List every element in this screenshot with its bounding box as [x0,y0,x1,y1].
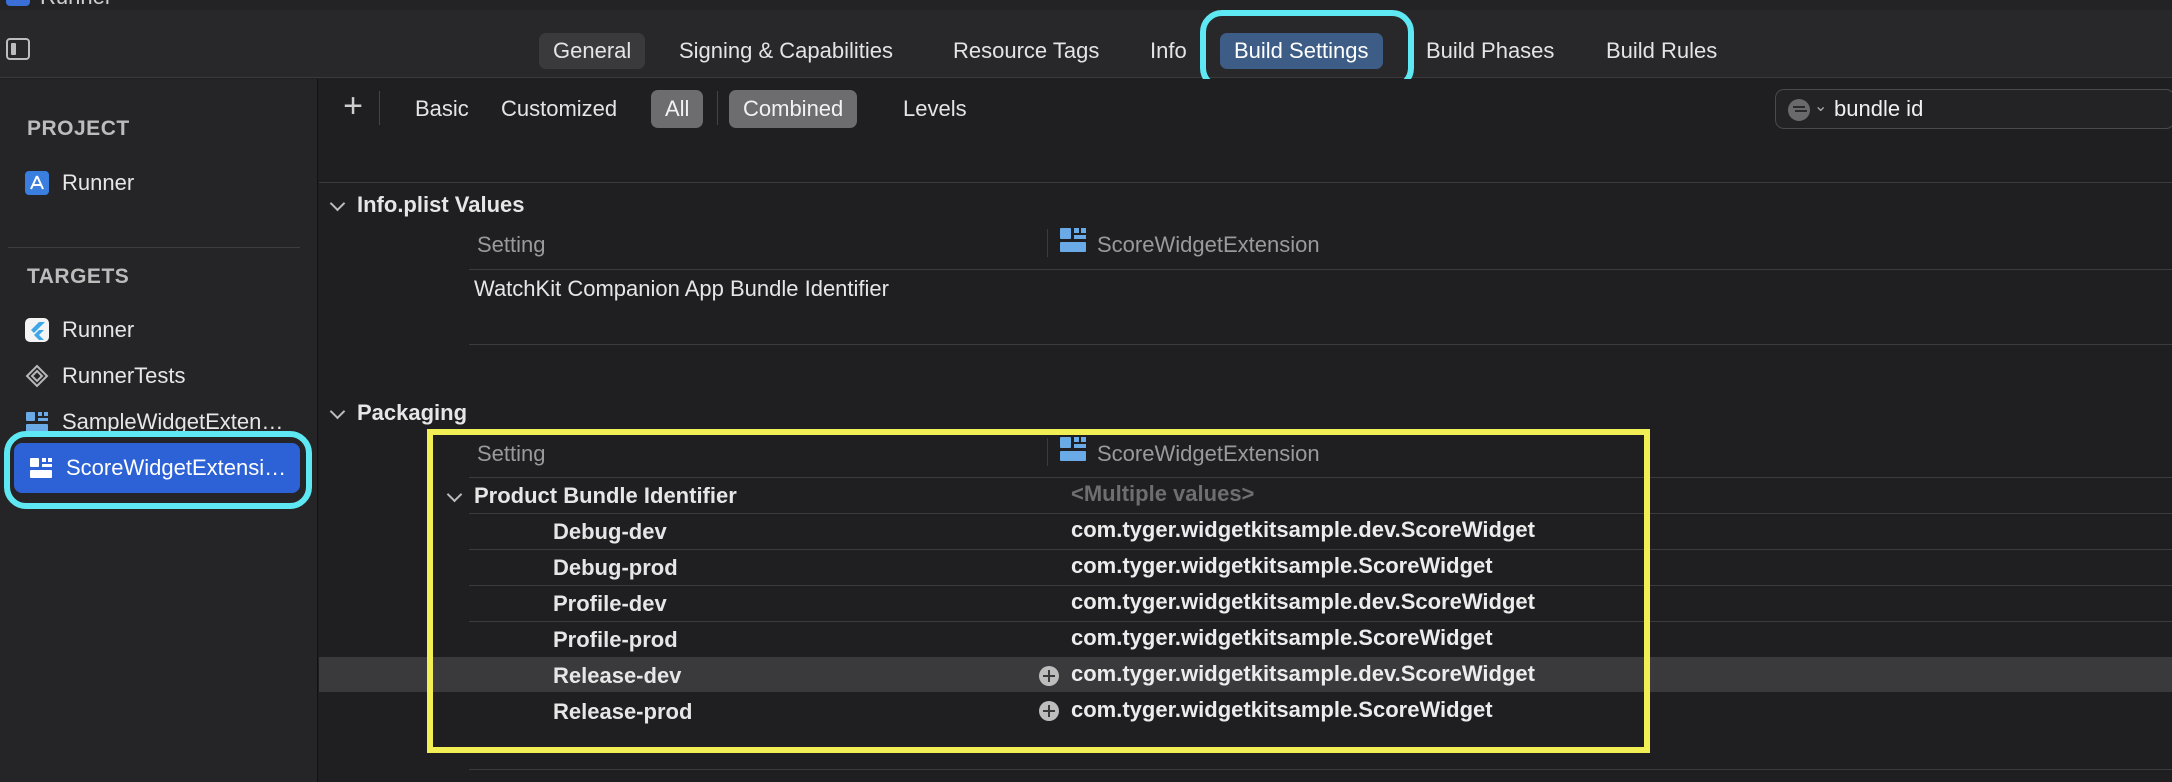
bundle-identifier-highlight [427,429,1650,753]
group-title-packaging[interactable]: Packaging [357,400,467,426]
targets-section-header: TARGETS [27,265,130,288]
build-settings-filter-bar: + Basic Customized All Combined Levels ⌄ [319,79,2172,141]
window-title: Runner [40,0,112,10]
filter-customized-button[interactable]: Customized [487,90,631,128]
tab-build-rules[interactable]: Build Rules [1592,33,1731,69]
sidebar-item-label: Runner [62,170,135,195]
flutter-app-icon [24,317,50,343]
column-separator [1047,229,1048,257]
group-title-info-plist[interactable]: Info.plist Values [357,192,524,218]
selected-target-highlight [4,431,312,509]
tab-info[interactable]: Info [1136,33,1201,69]
sidebar-item-label: Runner [62,317,135,342]
build-settings-editor: + Basic Customized All Combined Levels ⌄… [319,79,2172,782]
sidebar-item-target-runner[interactable]: Runner [24,313,134,347]
tab-general[interactable]: General [539,33,646,69]
sidebar-item-target-runnertests[interactable]: RunnerTests [24,359,186,393]
add-build-setting-button[interactable]: + [337,89,369,123]
divider [469,344,2172,345]
window-title-bar: Runner [0,0,2172,10]
filter-basic-button[interactable]: Basic [401,90,483,128]
editor-tab-bar: General Signing & Capabilities Resource … [0,10,2172,78]
sidebar-item-project-runner[interactable]: Runner [24,166,134,200]
filter-separator [379,91,380,125]
chevron-down-icon: ⌄ [1814,98,1828,115]
filter-all-button[interactable]: All [651,90,704,128]
chevron-down-icon[interactable] [329,405,347,423]
app-icon [6,0,30,6]
setting-watchkit-companion-bundle-id[interactable]: WatchKit Companion App Bundle Identifier [474,276,889,302]
tab-build-phases[interactable]: Build Phases [1412,33,1568,69]
setting-column-header: Setting [477,232,546,257]
divider [469,769,2172,770]
search-input[interactable] [1834,94,2164,124]
filter-levels-button[interactable]: Levels [889,90,981,128]
divider [469,269,2172,270]
sidebar-item-label: RunnerTests [62,363,186,388]
filter-combined-button[interactable]: Combined [729,90,858,128]
xcode-project-icon [24,170,50,196]
build-settings-highlight [1200,10,1414,90]
build-settings-search[interactable]: ⌄ [1775,89,2172,129]
sidebar-toggle-icon[interactable] [6,38,30,60]
test-bundle-icon [24,363,50,389]
filter-separator [717,91,718,125]
divider [319,182,2172,183]
tab-resource-tags[interactable]: Resource Tags [939,33,1113,69]
widget-extension-icon [1059,227,1087,253]
sidebar-divider [8,247,300,248]
project-section-header: PROJECT [27,117,130,140]
chevron-down-icon[interactable] [329,197,347,215]
tab-signing-capabilities[interactable]: Signing & Capabilities [665,33,907,69]
filter-icon[interactable] [1788,99,1810,121]
target-column-header: ScoreWidgetExtension [1097,232,1320,257]
